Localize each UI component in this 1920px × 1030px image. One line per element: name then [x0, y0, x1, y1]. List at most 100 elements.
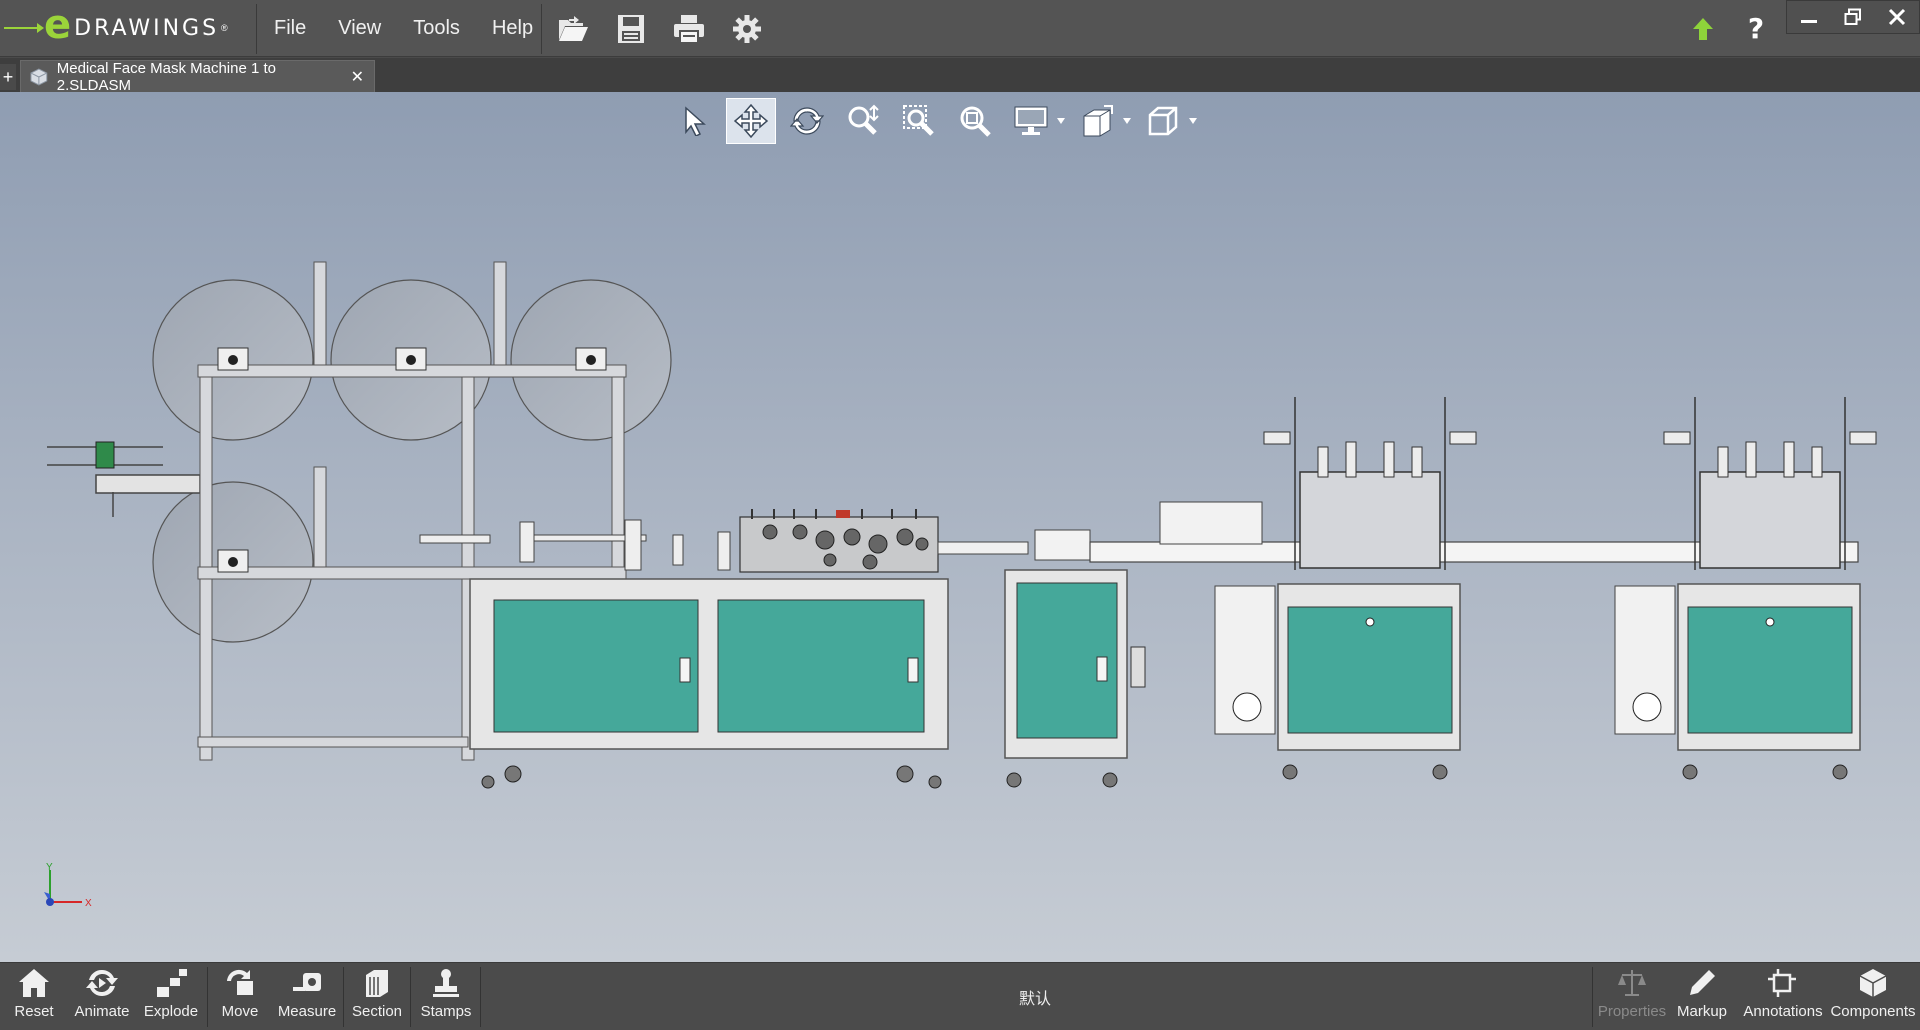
stamps-button[interactable]: Stamps: [418, 967, 474, 1029]
restore-icon: [1844, 8, 1861, 25]
zoom-icon: [848, 104, 879, 135]
rotate-button[interactable]: [782, 98, 832, 144]
logo-arrow-icon: [4, 23, 44, 33]
chevron-down-icon: [1123, 118, 1131, 124]
assembly-model: [47, 261, 1877, 789]
measure-button[interactable]: Measure: [274, 967, 340, 1029]
zoom-button[interactable]: [838, 98, 888, 144]
components-button[interactable]: Components: [1830, 967, 1916, 1029]
open-icon: [559, 16, 588, 41]
standard-views-button[interactable]: [1138, 98, 1188, 144]
move-button[interactable]: Move: [214, 967, 266, 1029]
chevron-down-icon: [1057, 118, 1065, 124]
minimize-icon: [1801, 20, 1817, 23]
close-icon: [1888, 8, 1906, 26]
help-icon: ?: [1747, 12, 1765, 45]
zoom-to-fit-button[interactable]: [950, 98, 1000, 144]
close-tab-icon[interactable]: ✕: [351, 67, 364, 87]
reset-button[interactable]: Reset: [8, 967, 60, 1029]
scales-icon: [1618, 970, 1646, 996]
reset-label: Reset: [14, 1003, 54, 1020]
open-button[interactable]: [552, 8, 594, 50]
explode-icon: [157, 969, 187, 997]
3d-viewport[interactable]: Y X: [0, 92, 1920, 962]
standard-views-icon: [1148, 106, 1178, 136]
title-bar: e DRAWINGS ® File View Tools Help ?: [0, 0, 1920, 57]
configuration-label[interactable]: 默认: [1000, 985, 1070, 1009]
restore-button[interactable]: [1831, 1, 1875, 33]
divider: [1592, 967, 1593, 1027]
section-button[interactable]: Section: [350, 967, 404, 1029]
pan-button[interactable]: [726, 98, 776, 144]
view-orientation-dropdown[interactable]: [1122, 118, 1132, 124]
menu-file[interactable]: File: [258, 17, 322, 40]
menu-help[interactable]: Help: [476, 17, 549, 40]
animate-icon: [86, 969, 118, 997]
menu-bar: File View Tools Help: [258, 0, 549, 57]
settings-icon: [733, 15, 761, 43]
home-icon: [19, 969, 49, 997]
annotations-button[interactable]: Annotations: [1738, 967, 1828, 1029]
properties-label: Properties: [1597, 1003, 1667, 1020]
explode-label: Explode: [143, 1003, 199, 1020]
section-icon: [366, 970, 388, 997]
print-button[interactable]: [668, 8, 710, 50]
logo-registered: ®: [221, 23, 228, 33]
move-icon: [227, 969, 253, 995]
document-tab[interactable]: Medical Face Mask Machine 1 to 2.SLDASM …: [20, 59, 375, 94]
view-toolbar: [670, 98, 1198, 144]
file-toolbar: [552, 8, 768, 50]
properties-button[interactable]: Properties: [1596, 967, 1668, 1029]
print-icon: [674, 15, 704, 44]
components-label: Components: [1830, 1003, 1916, 1020]
display-style-dropdown[interactable]: [1056, 118, 1066, 124]
annotation-icon: [1768, 969, 1796, 997]
window-buttons: [1786, 0, 1920, 34]
measure-label: Measure: [277, 1003, 337, 1020]
document-tab-title: Medical Face Mask Machine 1 to 2.SLDASM: [56, 59, 277, 94]
window-controls: ?: [1680, 0, 1920, 57]
divider: [541, 4, 542, 54]
save-button[interactable]: [610, 8, 652, 50]
display-style-icon: [1014, 106, 1048, 135]
measure-icon: [293, 973, 321, 991]
upload-button[interactable]: [1680, 9, 1726, 49]
upload-icon: [1693, 17, 1713, 40]
document-tab-bar: + Medical Face Mask Machine 1 to 2.SLDAS…: [0, 58, 1920, 94]
axis-triad: Y X: [44, 862, 92, 909]
divider: [410, 967, 411, 1027]
zoom-to-fit-icon: [960, 106, 991, 137]
display-style-button[interactable]: [1006, 98, 1056, 144]
settings-button[interactable]: [726, 8, 768, 50]
pan-icon: [734, 104, 768, 138]
explode-button[interactable]: Explode: [142, 967, 200, 1029]
zoom-to-area-button[interactable]: [894, 98, 944, 144]
section-label: Section: [351, 1003, 403, 1020]
stamps-label: Stamps: [420, 1003, 472, 1020]
view-orientation-button[interactable]: [1072, 98, 1122, 144]
select-icon: [685, 106, 706, 136]
markup-button[interactable]: Markup: [1672, 967, 1732, 1029]
close-button[interactable]: [1875, 1, 1919, 33]
new-tab-button[interactable]: +: [0, 64, 16, 90]
save-icon: [618, 15, 644, 43]
annotations-label: Annotations: [1743, 1003, 1823, 1020]
divider: [480, 967, 481, 1027]
help-button[interactable]: ?: [1726, 9, 1786, 49]
markup-label: Markup: [1676, 1003, 1728, 1020]
zoom-to-area-icon: [903, 105, 934, 136]
menu-view[interactable]: View: [322, 17, 397, 40]
divider: [256, 4, 257, 54]
triad-x-label: X: [85, 898, 92, 909]
logo-word: DRAWINGS: [74, 15, 220, 41]
edrawings-logo: e DRAWINGS ®: [4, 5, 254, 50]
select-button[interactable]: [670, 98, 720, 144]
rotate-icon: [790, 107, 824, 135]
view-orientation-icon: [1083, 105, 1113, 137]
standard-views-dropdown[interactable]: [1188, 118, 1198, 124]
divider: [207, 967, 208, 1027]
minimize-button[interactable]: [1787, 1, 1831, 33]
pencil-icon: [1690, 970, 1715, 995]
menu-tools[interactable]: Tools: [397, 17, 476, 40]
animate-button[interactable]: Animate: [68, 967, 136, 1029]
